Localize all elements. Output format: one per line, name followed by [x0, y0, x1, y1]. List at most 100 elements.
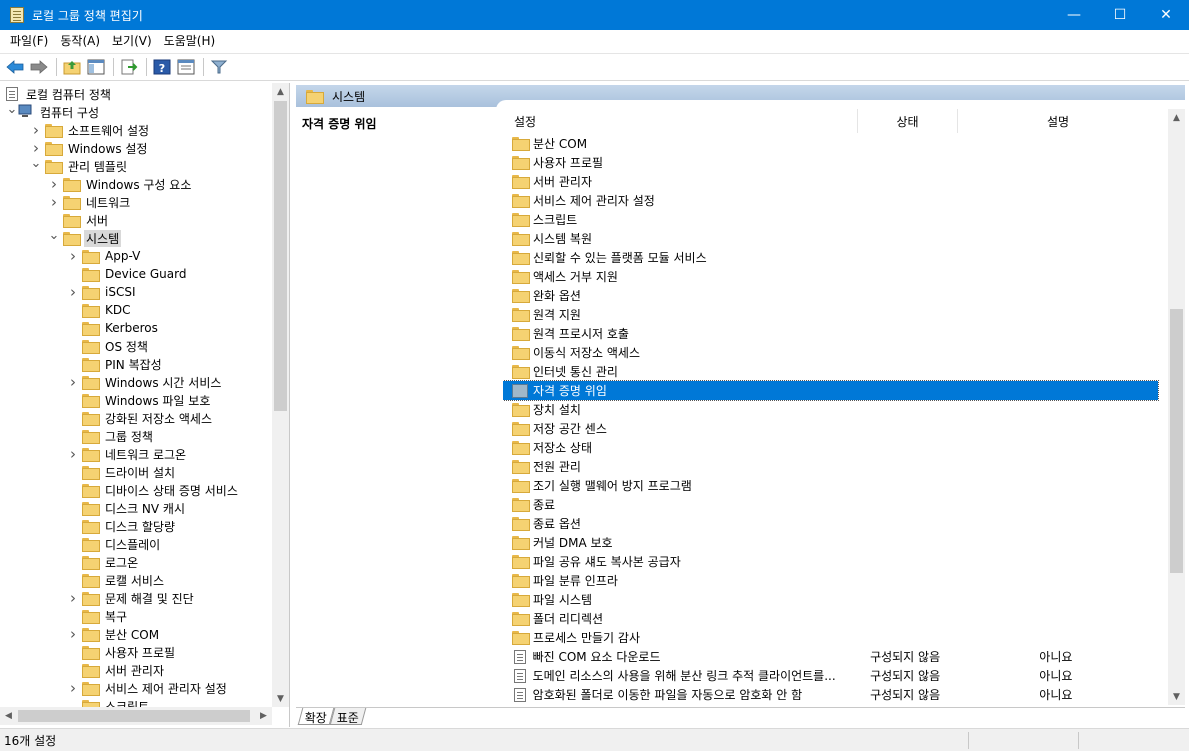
category-folder-row[interactable]: 저장 공간 센스 [503, 419, 1158, 438]
category-folder-row[interactable]: 종료 옵션 [503, 514, 1158, 533]
category-folder-row[interactable]: 저장소 상태 [503, 438, 1158, 457]
category-folder-row[interactable]: 시스템 복원 [503, 229, 1158, 248]
minimize-button[interactable]: — [1051, 0, 1097, 30]
category-folder-row[interactable]: 조기 실행 맬웨어 방지 프로그램 [503, 476, 1158, 495]
scrollbar-thumb[interactable] [274, 101, 287, 411]
menu-action[interactable]: 동작(A) [54, 31, 106, 51]
category-folder-row[interactable]: 인터넷 통신 관리 [503, 362, 1158, 381]
tree-item[interactable]: › App-V [67, 247, 142, 265]
category-folder-row[interactable]: 스크립트 [503, 210, 1158, 229]
up-folder-icon[interactable] [61, 56, 83, 78]
scrollbar-thumb[interactable] [1170, 309, 1183, 573]
policy-setting-row[interactable]: 도메인 리소스의 사용을 위해 분산 링크 추적 클라이언트를... 구성되지 않… [503, 666, 1158, 685]
tree-item[interactable]: 서버 관리자 [67, 661, 166, 679]
chevron-down-icon[interactable]: ⌄ [6, 100, 18, 118]
chevron-right-icon[interactable]: › [67, 373, 79, 391]
column-header-state[interactable]: 상태 [858, 109, 958, 133]
tree-item[interactable]: 로캘 서비스 [67, 571, 166, 589]
chevron-right-icon[interactable]: › [48, 193, 60, 211]
tree-item[interactable]: › Windows 구성 요소 [48, 175, 193, 193]
category-folder-row[interactable]: 파일 시스템 [503, 590, 1158, 609]
tree-horizontal-scrollbar[interactable]: ◀ ▶ [0, 707, 272, 725]
tree-item[interactable]: › 네트워크 로그온 [67, 445, 188, 463]
category-folder-row[interactable]: 장치 설치 [503, 400, 1158, 419]
tree-item[interactable]: 디스크 NV 캐시 [67, 499, 187, 517]
tab-extended[interactable]: 확장 [297, 708, 335, 725]
tree-item[interactable]: › 분산 COM [67, 625, 161, 643]
scroll-up-icon[interactable]: ▲ [272, 83, 289, 100]
tab-standard[interactable]: 표준 [329, 708, 367, 725]
menu-view[interactable]: 보기(V) [106, 31, 158, 51]
category-folder-row[interactable]: 원격 지원 [503, 305, 1158, 324]
scrollbar-thumb[interactable] [18, 710, 250, 722]
tree-item[interactable]: 복구 [67, 607, 129, 625]
chevron-right-icon[interactable]: › [67, 679, 79, 697]
chevron-right-icon[interactable]: › [67, 445, 79, 463]
tree-item[interactable]: › iSCSI [67, 283, 138, 301]
chevron-right-icon[interactable]: › [67, 283, 79, 301]
maximize-button[interactable]: ☐ [1097, 0, 1143, 30]
tree-item[interactable]: PIN 복잡성 [67, 355, 164, 373]
chevron-right-icon[interactable]: › [48, 175, 60, 193]
tree-item[interactable]: ⌄ 시스템 [48, 226, 122, 247]
category-folder-row[interactable]: 액세스 거부 지원 [503, 267, 1158, 286]
tree-item[interactable]: › 네트워크 [48, 193, 132, 211]
category-folder-row[interactable]: 신뢰할 수 있는 플랫폼 모듈 서비스 [503, 248, 1158, 267]
column-header-setting[interactable]: 설정 [503, 109, 858, 133]
list-vertical-scrollbar[interactable]: ▲ ▼ [1168, 109, 1185, 705]
export-list-icon[interactable] [118, 56, 140, 78]
category-folder-row[interactable]: 이동식 저장소 액세스 [503, 343, 1158, 362]
tree-item[interactable]: › 문제 해결 및 진단 [67, 589, 196, 607]
tree-item[interactable]: 사용자 프로필 [67, 643, 177, 661]
category-folder-row[interactable]: 파일 공유 섀도 복사본 공급자 [503, 552, 1158, 571]
menu-help[interactable]: 도움말(H) [158, 31, 222, 51]
category-folder-row[interactable]: 커널 DMA 보호 [503, 533, 1158, 552]
chevron-right-icon[interactable]: › [67, 589, 79, 607]
tree-item[interactable]: 디바이스 상태 증명 서비스 [67, 481, 240, 499]
column-header-comment[interactable]: 설명 [958, 109, 1158, 133]
properties-icon[interactable] [175, 56, 197, 78]
tree-item[interactable]: › Windows 시간 서비스 [67, 373, 223, 391]
category-folder-row[interactable]: 프로세스 만들기 감사 [503, 628, 1158, 647]
chevron-down-icon[interactable]: ⌄ [30, 154, 42, 172]
scroll-down-icon[interactable]: ▼ [272, 690, 289, 707]
category-folder-row[interactable]: 서버 관리자 [503, 172, 1158, 191]
scroll-down-icon[interactable]: ▼ [1168, 688, 1185, 705]
back-arrow-icon[interactable] [4, 56, 26, 78]
tree-item[interactable]: 스크립트 [67, 697, 151, 707]
tree-item[interactable]: › 서비스 제어 관리자 설정 [67, 679, 229, 697]
category-folder-row[interactable]: 전원 관리 [503, 457, 1158, 476]
category-folder-row[interactable]: 분산 COM [503, 134, 1158, 153]
scroll-up-icon[interactable]: ▲ [1168, 109, 1185, 126]
category-folder-row[interactable]: 자격 증명 위임 [503, 380, 1159, 401]
tree-item[interactable]: Windows 파일 보호 [67, 391, 212, 409]
tree-item[interactable]: 그룹 정책 [67, 427, 155, 445]
tree-item[interactable]: KDC [67, 301, 133, 319]
tree-item[interactable]: 드라이버 설치 [67, 463, 177, 481]
scroll-right-icon[interactable]: ▶ [255, 707, 272, 724]
category-folder-row[interactable]: 파일 분류 인프라 [503, 571, 1158, 590]
tree-view[interactable]: 로컬 컴퓨터 정책 ⌄ 컴퓨터 구성 › 소프트웨어 설정 › Windows 설정 ⌄ 관리 … [0, 83, 272, 707]
close-button[interactable]: ✕ [1143, 0, 1189, 30]
chevron-down-icon[interactable]: ⌄ [48, 226, 60, 244]
tree-item[interactable]: Device Guard [67, 265, 188, 283]
scroll-left-icon[interactable]: ◀ [0, 707, 17, 724]
category-folder-row[interactable]: 원격 프로시저 호출 [503, 324, 1158, 343]
tree-item[interactable]: 로컬 컴퓨터 정책 [4, 85, 113, 103]
tree-item[interactable]: OS 정책 [67, 337, 150, 355]
tree-item[interactable]: › 소프트웨어 설정 [30, 121, 151, 139]
tree-item[interactable]: 강화된 저장소 액세스 [67, 409, 214, 427]
chevron-right-icon[interactable]: › [67, 625, 79, 643]
tree-item[interactable]: 디스크 할당량 [67, 517, 177, 535]
chevron-right-icon[interactable]: › [67, 247, 79, 265]
policy-setting-row[interactable]: 암호화된 폴더로 이동한 파일을 자동으로 암호화 안 함 구성되지 않음 아니요 [503, 685, 1158, 704]
policy-setting-row[interactable]: 빠진 COM 요소 다운로드 구성되지 않음 아니요 [503, 647, 1158, 666]
category-folder-row[interactable]: 폴더 리디렉션 [503, 609, 1158, 628]
tree-item[interactable]: › Windows 설정 [30, 139, 149, 157]
forward-arrow-icon[interactable] [28, 56, 50, 78]
tree-vertical-scrollbar[interactable]: ▲ ▼ [272, 83, 289, 707]
category-folder-row[interactable]: 완화 옵션 [503, 286, 1158, 305]
tree-item[interactable]: Kerberos [67, 319, 160, 337]
show-hide-tree-icon[interactable] [85, 56, 107, 78]
category-folder-row[interactable]: 사용자 프로필 [503, 153, 1158, 172]
